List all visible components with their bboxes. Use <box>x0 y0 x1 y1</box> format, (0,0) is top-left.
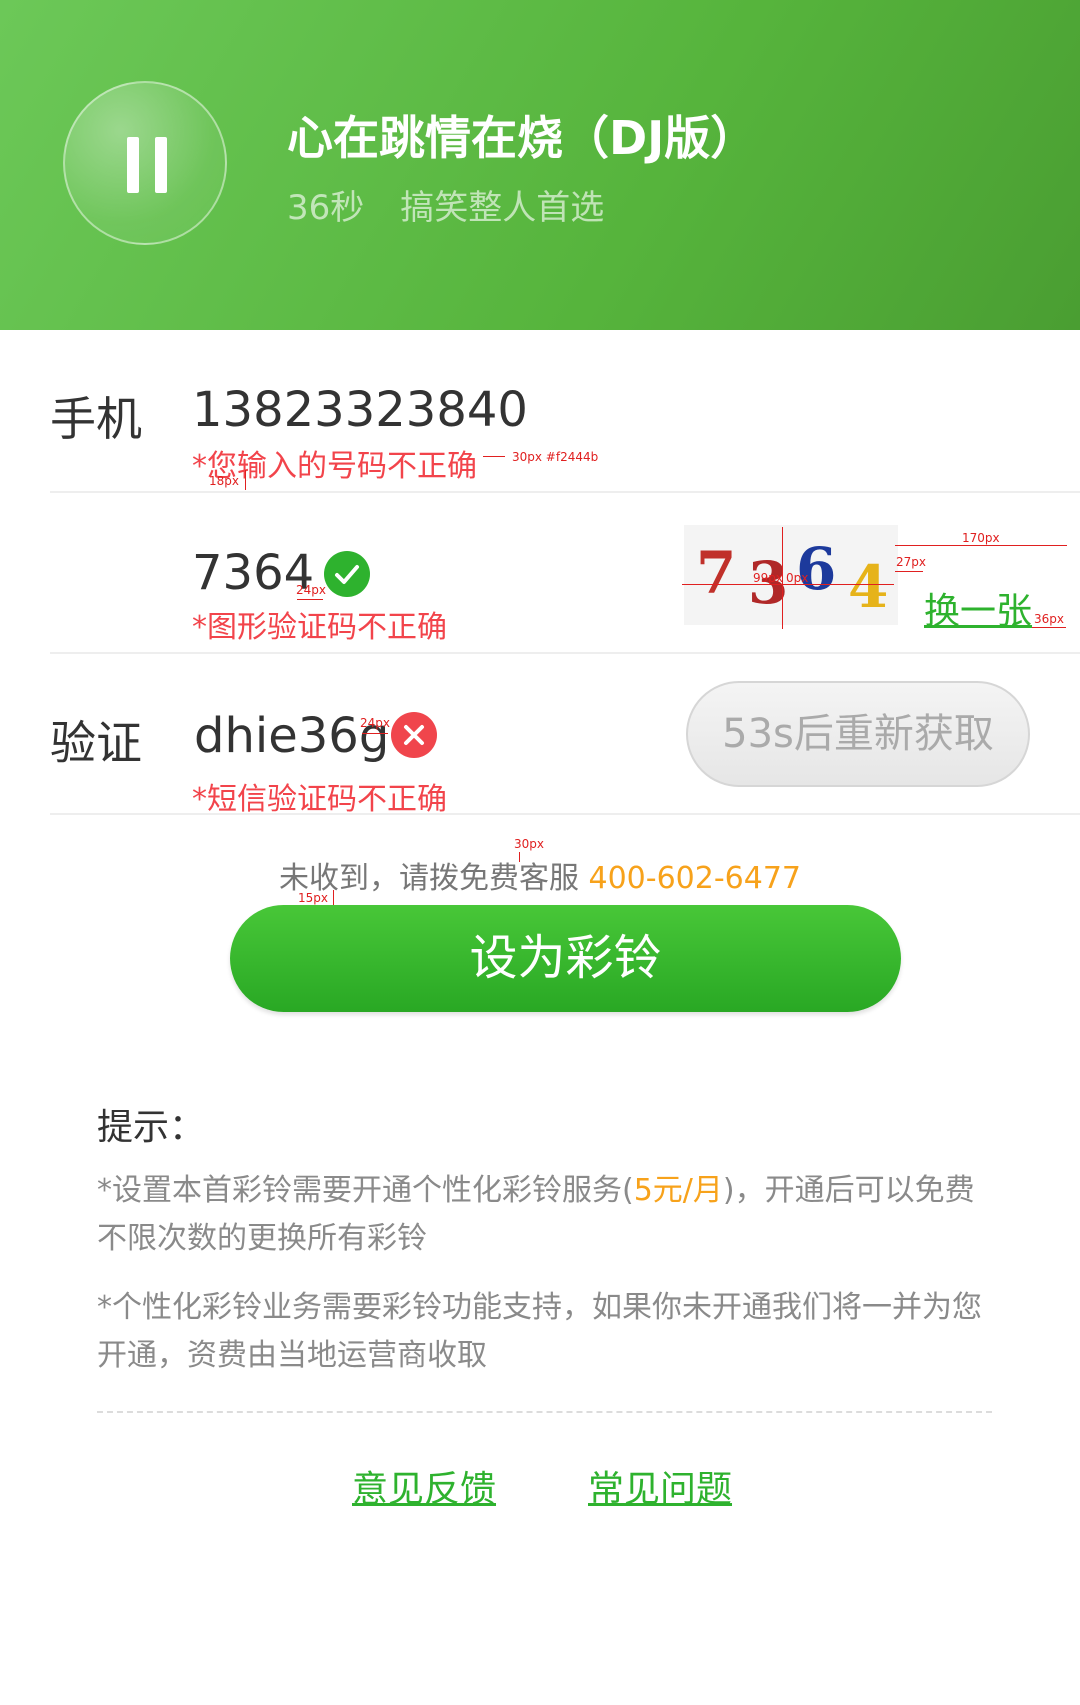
resend-code-button[interactable]: 53s后重新获取 <box>686 681 1030 787</box>
captcha-char: 7 <box>696 539 737 607</box>
captcha-char: 6 <box>796 535 837 603</box>
song-header: 心在跳情在烧（DJ版） 36秒 搞笑整人首选 <box>0 0 1080 330</box>
spec-line <box>362 733 388 734</box>
spec-annotation: 15px <box>298 891 328 905</box>
spec-annotation: 27px <box>896 555 926 569</box>
song-tag: 搞笑整人首选 <box>400 188 605 228</box>
hotline-number[interactable]: 400-602-6477 <box>589 861 802 896</box>
spec-line <box>895 571 923 572</box>
spec-annotation: 30px <box>514 837 544 851</box>
spec-annotation: 24px <box>360 716 390 730</box>
feedback-link[interactable]: 意见反馈 <box>352 1460 496 1512</box>
song-duration: 36秒 <box>287 188 365 228</box>
tip-text: *设置本首彩铃需要开通个性化彩铃服务(5元/月)，开通后可以免费不限次数的更换所… <box>97 1167 997 1263</box>
dashed-divider <box>97 1411 992 1413</box>
phone-input[interactable]: 13823323840 <box>192 382 528 438</box>
spec-line <box>483 456 505 457</box>
set-ringtone-button[interactable]: 设为彩铃 <box>230 905 901 1012</box>
divider <box>50 652 1080 654</box>
spec-annotation: 18px <box>209 474 239 488</box>
faq-link[interactable]: 常见问题 <box>588 1460 732 1512</box>
pause-icon <box>127 137 139 193</box>
captcha-error: *图形验证码不正确 <box>192 610 447 645</box>
song-meta: 36秒 搞笑整人首选 <box>287 180 604 229</box>
error-x-icon <box>391 712 437 758</box>
song-title: 心在跳情在烧（DJ版） <box>287 111 757 165</box>
spec-annotation: 30px #f2444b <box>512 450 599 464</box>
check-icon <box>324 551 370 597</box>
spec-annotation: 24px <box>296 583 326 597</box>
spec-annotation: 170px <box>962 531 1000 545</box>
phone-label: 手机 <box>50 392 142 446</box>
divider <box>50 491 1080 493</box>
sms-label: 验证 <box>50 716 142 770</box>
divider <box>50 813 1080 815</box>
hotline-text: 未收到，请拨免费客服 400-602-6477 <box>0 853 1080 897</box>
spec-annotation: 36px <box>1034 612 1064 626</box>
pause-icon-bar <box>155 137 167 193</box>
spec-line <box>1032 627 1066 628</box>
tip-price: 5元/月 <box>633 1173 723 1208</box>
pause-button[interactable] <box>63 81 227 245</box>
spec-annotation: 99px <box>753 571 783 585</box>
refresh-captcha-link[interactable]: 换一张 <box>924 582 1032 634</box>
spec-line <box>245 470 246 490</box>
spec-line <box>333 890 334 906</box>
tip-text-part: *设置本首彩铃需要开通个性化彩铃服务( <box>97 1173 634 1208</box>
tips-title: 提示： <box>97 1107 206 1148</box>
sms-error: *短信验证码不正确 <box>192 782 447 817</box>
spec-line <box>895 545 1067 546</box>
tip-text: *个性化彩铃业务需要彩铃功能支持，如果你未开通我们将一并为您开通，资费由当地运营… <box>97 1290 982 1373</box>
captcha-char: 4 <box>848 553 889 621</box>
spec-line <box>297 599 323 600</box>
spec-annotation: 0px <box>786 571 809 585</box>
